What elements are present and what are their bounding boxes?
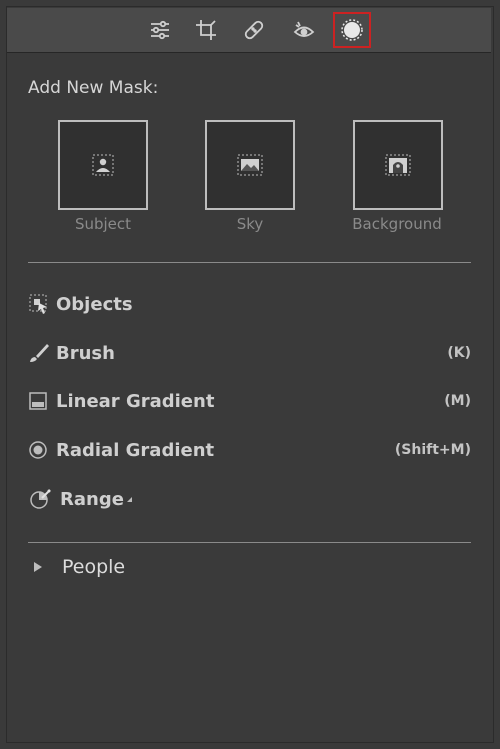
mask-brush-row[interactable]: Brush (K) [28,338,471,368]
section-divider [28,542,471,543]
mask-range-row[interactable]: Range [28,484,471,514]
subject-person-icon [92,154,114,176]
radial-gradient-icon [29,441,47,459]
mask-background-label: Background [352,215,442,233]
range-icon [30,489,51,509]
mask-background-button[interactable] [353,120,443,210]
masking-tool[interactable] [333,12,371,48]
sky-landscape-icon [237,154,263,176]
mask-subject-button[interactable] [58,120,148,210]
crop-icon [196,20,216,40]
masking-panel [6,6,494,743]
masking-icon [341,19,363,41]
linear-gradient-icon [29,392,47,410]
people-section-toggle[interactable]: People [28,552,471,582]
tool-strip [7,8,491,53]
heal-tool[interactable] [235,12,273,48]
brush-icon [30,344,49,362]
heal-bandage-icon [244,20,264,40]
mask-sky-button[interactable] [205,120,295,210]
mask-radial-gradient-shortcut: (Shift+M) [394,442,471,458]
mask-objects-row[interactable]: Objects [28,289,471,319]
mask-linear-gradient-label: Linear Gradient [56,390,215,412]
mask-radial-gradient-label: Radial Gradient [56,439,215,461]
mask-objects-label: Objects [56,293,133,315]
mask-brush-label: Brush [56,342,115,364]
objects-select-icon [29,294,47,314]
mask-range-label: Range [60,488,124,510]
people-label: People [62,556,126,578]
red-eye-tool[interactable] [285,12,323,48]
crop-tool[interactable] [187,12,225,48]
mask-subject-label: Subject [74,215,132,233]
edit-sliders-tool[interactable] [141,12,179,48]
section-divider [28,262,471,263]
range-submenu-indicator [126,496,132,502]
edit-sliders-icon [151,20,169,40]
mask-brush-shortcut: (K) [447,345,471,361]
mask-linear-gradient-shortcut: (M) [444,393,471,409]
background-arch-icon [385,154,411,176]
mask-linear-gradient-row[interactable]: Linear Gradient (M) [28,386,471,416]
red-eye-icon [293,21,315,37]
mask-sky-label: Sky [236,215,264,233]
add-new-mask-title: Add New Mask: [28,78,159,98]
mask-radial-gradient-row[interactable]: Radial Gradient (Shift+M) [28,435,471,465]
disclosure-triangle-icon [34,562,42,572]
